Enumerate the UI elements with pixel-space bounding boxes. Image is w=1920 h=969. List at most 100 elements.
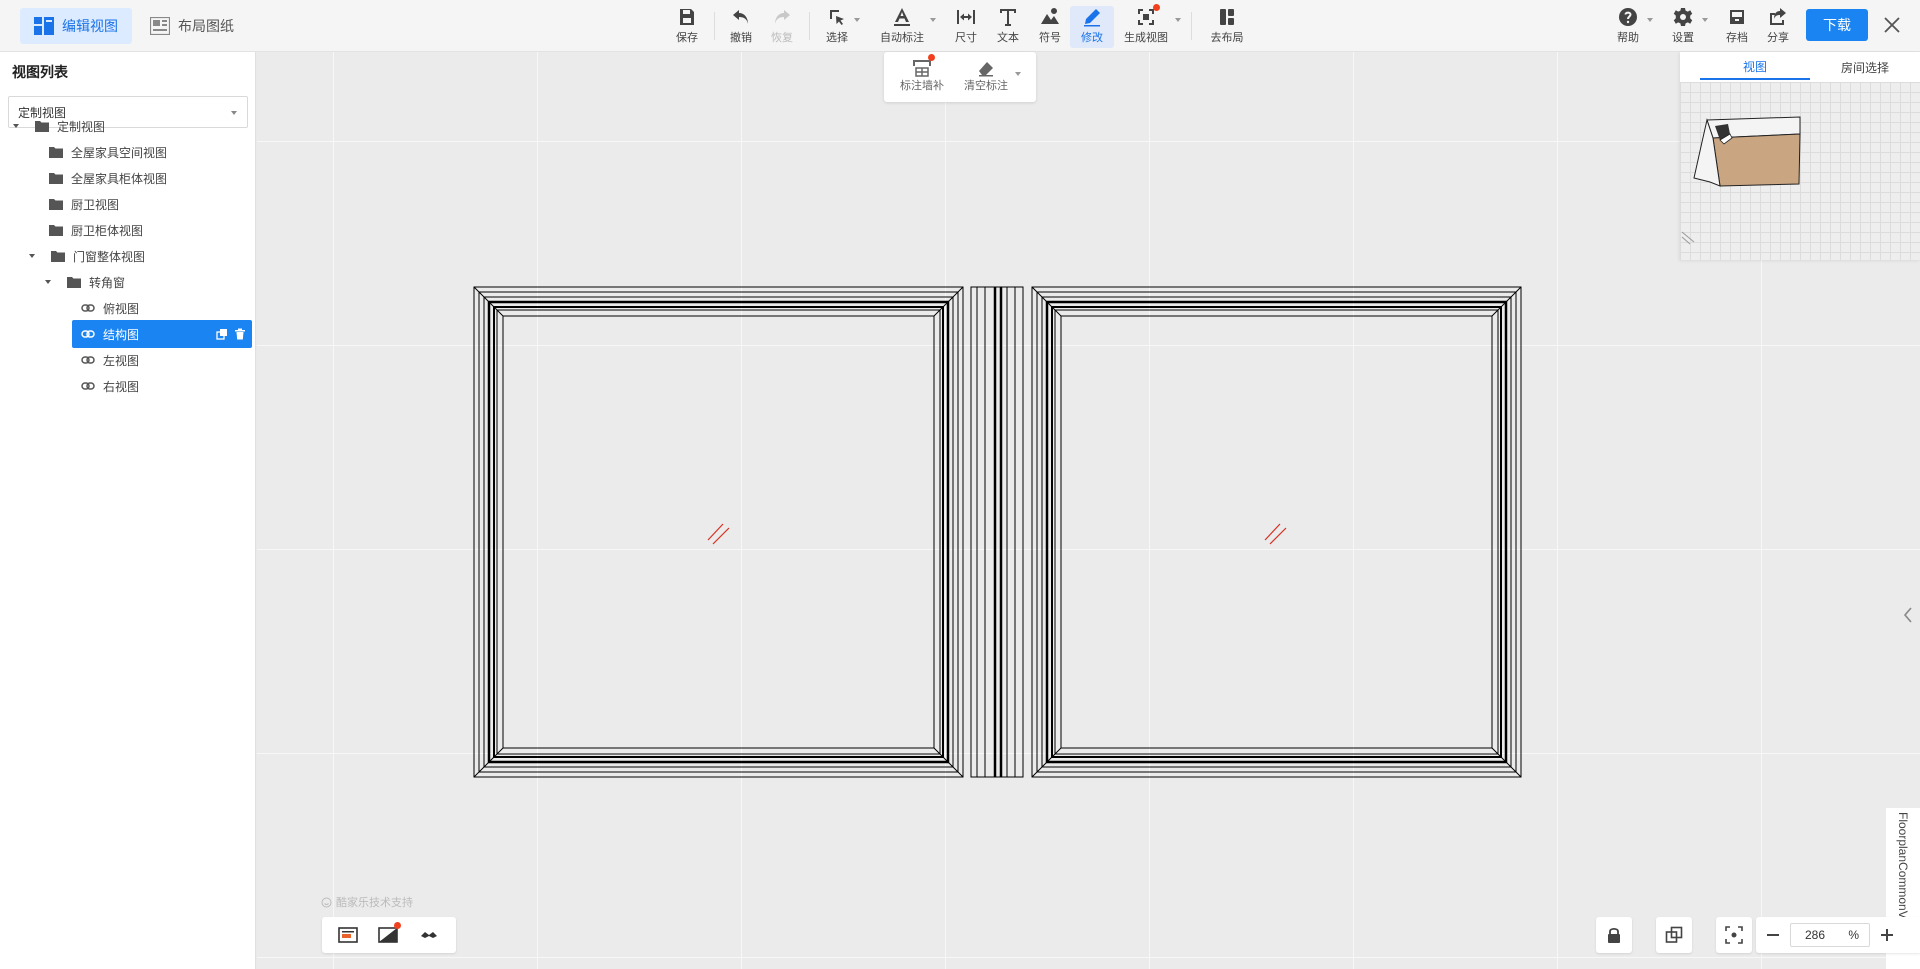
help-dropdown-caret[interactable] <box>1647 18 1653 22</box>
auto-annotate-dropdown-caret[interactable] <box>930 18 936 22</box>
view-list-sidebar: 视图列表 定制视图 定制视图 全屋家具空间视图 全屋家具柜体视图 厨卫视图 厨卫… <box>0 52 256 969</box>
window-structure-drawing[interactable] <box>473 286 1523 778</box>
tree-item-label: 俯视图 <box>103 301 140 316</box>
copy-view-button[interactable] <box>1656 917 1692 953</box>
layout-sheet-tab[interactable]: 布局图纸 <box>136 8 248 44</box>
folder-icon <box>49 225 63 236</box>
minimap-3d-view[interactable] <box>1680 82 1920 260</box>
help-button[interactable]: 帮助 <box>1606 6 1650 48</box>
text-label: 文本 <box>997 32 1019 44</box>
redo-icon <box>775 10 790 24</box>
save-icon <box>680 9 694 25</box>
modify-button[interactable]: 修改 <box>1070 6 1114 48</box>
collapse-panel-icon[interactable] <box>1898 600 1918 630</box>
select-button[interactable]: 选择 <box>815 6 859 48</box>
room-3d-preview <box>1681 116 1801 245</box>
settings-label: 设置 <box>1672 32 1694 44</box>
smile-icon <box>321 897 332 907</box>
settings-button[interactable]: 设置 <box>1661 6 1705 48</box>
edit-view-icon <box>34 17 54 35</box>
archive-button[interactable]: 存档 <box>1715 6 1759 48</box>
minimap-tab-view[interactable]: 视图 <box>1700 54 1810 80</box>
auto-annotate-button[interactable]: 自动标注 <box>878 6 926 48</box>
tree-item-door-window[interactable]: 门窗整体视图 <box>29 242 248 270</box>
tree-item-right-view[interactable]: 右视图 <box>81 372 248 400</box>
tree-item-structure-view[interactable]: 结构图 <box>72 320 252 348</box>
archive-label: 存档 <box>1726 32 1748 44</box>
zoom-value: 286 <box>1805 928 1826 942</box>
clear-annotation-button[interactable]: 清空标注 <box>964 59 1008 93</box>
undo-button[interactable]: 撤销 <box>719 6 763 48</box>
symbol-button[interactable]: 符号 <box>1028 6 1072 48</box>
zoom-input[interactable]: 286 % <box>1790 923 1870 947</box>
lock-button[interactable] <box>1596 917 1632 953</box>
layout-sheet-label: 布局图纸 <box>178 18 234 34</box>
save-button[interactable]: 保存 <box>665 6 709 48</box>
tree-item-left-view[interactable]: 左视图 <box>81 346 248 374</box>
zoom-in-icon[interactable] <box>1880 928 1894 942</box>
trash-icon[interactable] <box>234 328 246 340</box>
fit-view-button[interactable] <box>1716 917 1752 953</box>
dimension-button[interactable]: 尺寸 <box>944 6 988 48</box>
tree-item-label: 转角窗 <box>89 275 126 290</box>
archive-icon <box>1730 10 1744 24</box>
generate-view-button[interactable]: 生成视图 <box>1121 6 1171 48</box>
eraser-icon <box>979 62 993 77</box>
edit-view-tab[interactable]: 编辑视图 <box>20 8 132 44</box>
go-layout-button[interactable]: 去布局 <box>1205 6 1249 48</box>
select-dropdown-caret[interactable] <box>854 18 860 22</box>
settings-dropdown-caret[interactable] <box>1702 18 1708 22</box>
toolbar-divider <box>1191 12 1192 40</box>
download-button[interactable]: 下载 <box>1806 9 1868 41</box>
wall-supplement-button[interactable]: 标注墙补 <box>900 59 944 93</box>
generate-view-dropdown-caret[interactable] <box>1175 18 1181 22</box>
right-window-frame[interactable] <box>1031 286 1522 778</box>
fill-toggle-badge <box>394 922 401 929</box>
minimap-tab-room[interactable]: 房间选择 <box>1810 54 1920 80</box>
toolbar-divider <box>714 12 715 40</box>
tree-item-label: 厨卫柜体视图 <box>71 223 144 238</box>
clear-annotation-dropdown-caret[interactable] <box>1015 72 1021 76</box>
undo-icon <box>733 10 748 24</box>
pencil-icon <box>1084 9 1100 27</box>
tree-item-corner-window[interactable]: 转角窗 <box>45 268 248 296</box>
redo-label: 恢复 <box>771 32 793 44</box>
save-label: 保存 <box>676 32 698 44</box>
tree-item-label: 全屋家具柜体视图 <box>71 171 168 186</box>
tree-item-custom-view[interactable]: 定制视图 <box>13 112 248 140</box>
dimension-label: 尺寸 <box>955 32 977 44</box>
expand-arrow-icon[interactable] <box>13 124 19 128</box>
annotation-layer-icon[interactable] <box>337 924 359 946</box>
duplicate-icon <box>1665 926 1683 943</box>
folder-icon <box>67 277 81 288</box>
expand-arrow-icon[interactable] <box>45 280 51 284</box>
tree-item-whole-house-furniture-space[interactable]: 全屋家具空间视图 <box>49 138 248 166</box>
tree-item-kitchen-bath-cabinet[interactable]: 厨卫柜体视图 <box>49 216 248 244</box>
expand-arrow-icon[interactable] <box>29 254 35 258</box>
mullion[interactable] <box>970 286 1024 778</box>
select-icon <box>830 10 844 25</box>
compass-icon[interactable] <box>418 924 440 946</box>
lock-icon <box>1608 927 1620 943</box>
tree-item-label: 结构图 <box>103 327 140 342</box>
tree-item-label: 门窗整体视图 <box>73 249 146 264</box>
generate-view-label: 生成视图 <box>1124 32 1168 44</box>
text-button[interactable]: 文本 <box>986 6 1030 48</box>
symbol-label: 符号 <box>1039 32 1061 44</box>
close-icon[interactable] <box>1880 13 1904 37</box>
copy-icon[interactable] <box>216 328 228 340</box>
tree-item-top-view[interactable]: 俯视图 <box>81 294 248 322</box>
fit-screen-icon <box>1725 926 1743 944</box>
tree-item-whole-house-furniture-cabinet[interactable]: 全屋家具柜体视图 <box>49 164 248 192</box>
text-icon <box>1000 9 1016 26</box>
zoom-out-icon[interactable] <box>1766 929 1780 941</box>
glass-mark-left <box>707 523 730 545</box>
folder-icon <box>51 251 65 262</box>
watermark-text: 酷家乐技术支持 <box>336 897 413 909</box>
tree-item-kitchen-bath[interactable]: 厨卫视图 <box>49 190 248 218</box>
share-button[interactable]: 分享 <box>1756 6 1800 48</box>
redo-button[interactable]: 恢复 <box>760 6 804 48</box>
help-icon <box>1619 8 1637 26</box>
left-window-frame[interactable] <box>473 286 964 778</box>
glass-mark-right <box>1264 523 1287 545</box>
